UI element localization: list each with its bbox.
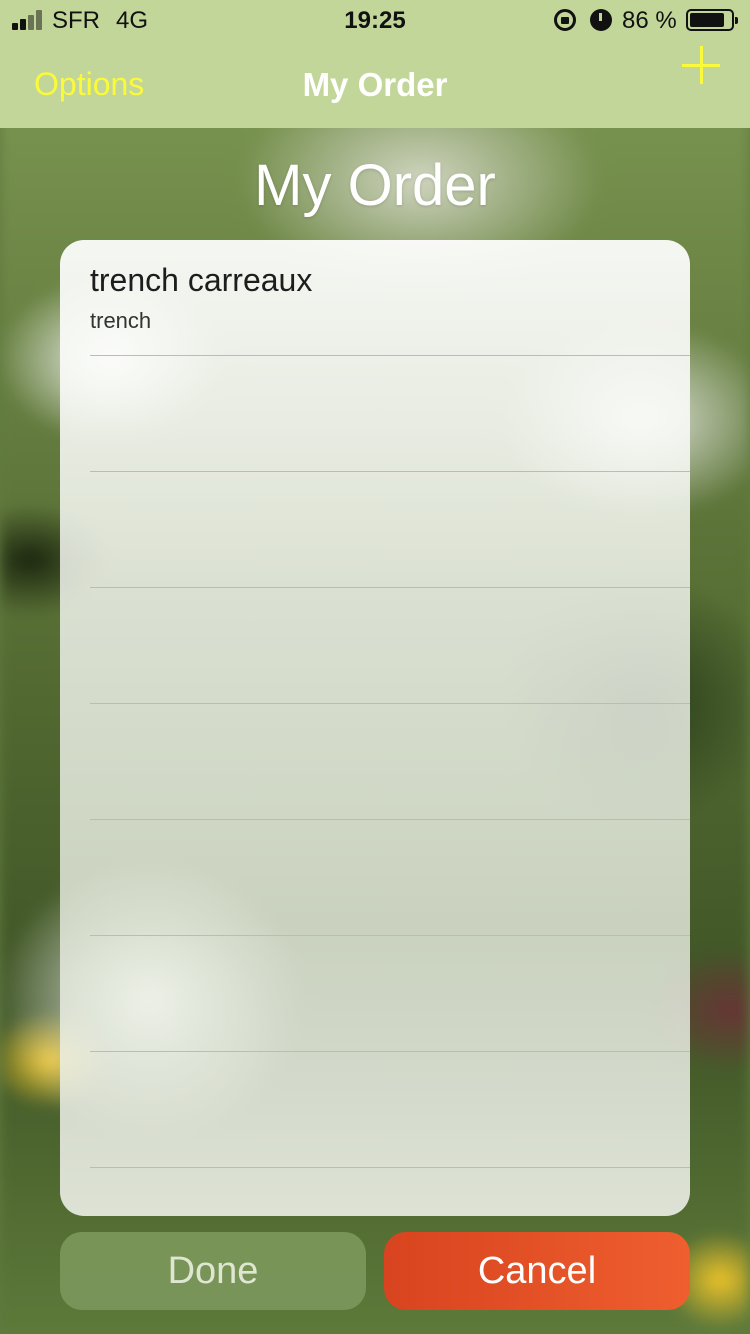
rotation-lock-icon — [554, 9, 576, 31]
empty-row — [90, 472, 690, 588]
empty-row — [90, 936, 690, 1052]
battery-icon — [686, 9, 738, 31]
empty-row — [90, 356, 690, 472]
status-bar: SFR 4G 19:25 86 % — [0, 0, 750, 40]
alarm-icon — [590, 9, 612, 31]
battery-percent: 86 % — [622, 7, 677, 34]
top-bar: SFR 4G 19:25 86 % Options My Order — [0, 0, 750, 128]
battery-level — [690, 13, 725, 27]
order-list: trench carreaux trench — [60, 240, 690, 1216]
options-button[interactable]: Options — [34, 66, 144, 103]
empty-row — [90, 1052, 690, 1168]
empty-row — [90, 588, 690, 704]
plus-icon[interactable] — [682, 46, 720, 84]
empty-row — [90, 704, 690, 820]
cancel-button[interactable]: Cancel — [384, 1232, 690, 1310]
navigation-bar: Options My Order — [0, 40, 750, 128]
done-button[interactable]: Done — [60, 1232, 366, 1310]
empty-row — [90, 820, 690, 936]
page-title: My Order — [254, 153, 496, 218]
list-item[interactable]: trench carreaux trench — [90, 240, 690, 356]
item-subtitle: trench — [90, 308, 152, 333]
item-title: trench carreaux — [90, 262, 313, 298]
